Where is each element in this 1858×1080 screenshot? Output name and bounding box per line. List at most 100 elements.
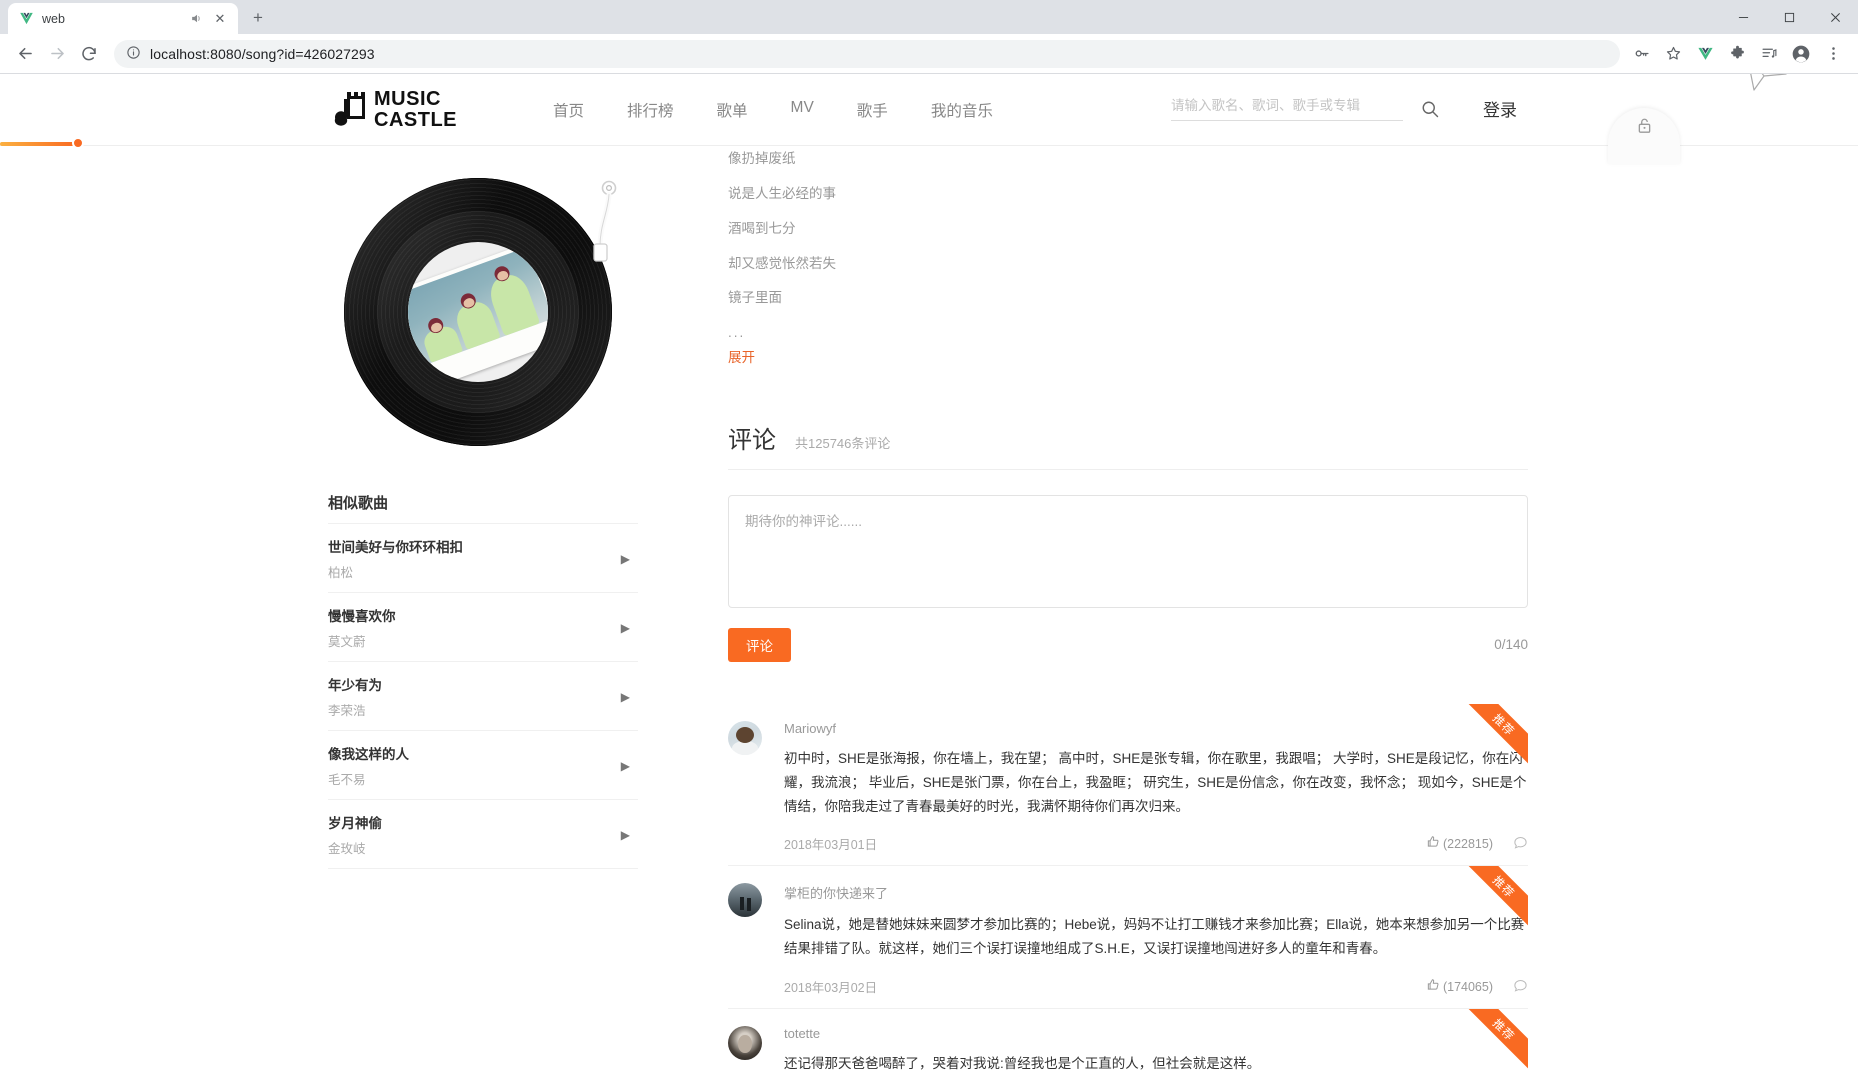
- thumbs-up-icon: [1426, 978, 1440, 995]
- nav-item-mv[interactable]: MV: [791, 99, 814, 121]
- reload-icon[interactable]: [74, 39, 104, 69]
- comments-count: 共125746条评论: [795, 435, 891, 451]
- like-count: (174065): [1442, 979, 1493, 994]
- like-button[interactable]: (222815): [1426, 835, 1493, 852]
- tab-strip: web ✕ +: [0, 0, 1858, 34]
- avatar[interactable]: [728, 883, 762, 918]
- reply-icon[interactable]: [1513, 978, 1528, 996]
- char-counter: 0/140: [1494, 637, 1528, 653]
- nav-item-artists[interactable]: 歌手: [857, 99, 888, 121]
- song-artist: 李荣浩: [328, 704, 366, 718]
- play-icon[interactable]: ▶: [621, 828, 634, 842]
- album-caption: S.H.E: [540, 333, 548, 347]
- similar-songs-title: 相似歌曲: [328, 495, 389, 512]
- list-item[interactable]: 慢慢喜欢你 莫文蔚 ▶: [328, 593, 638, 662]
- main-nav: 首页 排行榜 歌单 MV 歌手 我的音乐: [553, 99, 993, 121]
- profile-avatar-icon[interactable]: [1790, 43, 1812, 65]
- like-button[interactable]: (174065): [1426, 978, 1493, 995]
- header-right: 登录: [1171, 96, 1517, 121]
- song-artist: 毛不易: [328, 773, 366, 787]
- avatar[interactable]: [728, 720, 762, 755]
- lyric-line: 却又感觉怅然若失: [728, 255, 836, 271]
- extensions-puzzle-icon[interactable]: [1726, 43, 1748, 65]
- logo-line-2: CASTLE: [374, 108, 457, 131]
- comment-text: Selina说，她是替她妹妹来圆梦才参加比赛的；Hebe说，妈妈不让打工赚钱才来…: [784, 917, 1525, 957]
- search-box[interactable]: [1171, 97, 1403, 121]
- lyrics-expand-link[interactable]: 展开: [728, 346, 1528, 366]
- toolbar-icons: [1630, 43, 1848, 65]
- vinyl-player[interactable]: S.H.E: [344, 178, 622, 456]
- list-item[interactable]: 年少有为 李荣浩 ▶: [328, 662, 638, 731]
- left-column: S.H.E 相似歌曲 世间美好与你环环相扣 柏松 ▶ 慢慢喜欢你 莫文蔚 ▶ 年…: [328, 164, 638, 869]
- comment-item: 掌柜的你快递来了 Selina说，她是替她妹妹来圆梦才参加比赛的；Hebe说，妈…: [728, 866, 1528, 1010]
- bookmark-star-icon[interactable]: [1662, 43, 1684, 65]
- play-icon[interactable]: ▶: [621, 621, 634, 635]
- minimize-button[interactable]: [1720, 0, 1766, 34]
- progress-handle[interactable]: [72, 137, 84, 149]
- tab-title: web: [42, 11, 65, 26]
- comment-date: 2018年03月01日: [784, 838, 878, 853]
- play-icon[interactable]: ▶: [621, 552, 634, 566]
- new-tab-button[interactable]: +: [244, 4, 272, 32]
- close-window-button[interactable]: [1812, 0, 1858, 34]
- media-list-icon[interactable]: [1758, 43, 1780, 65]
- close-icon[interactable]: ✕: [212, 11, 228, 27]
- similar-songs-list: 世间美好与你环环相扣 柏松 ▶ 慢慢喜欢你 莫文蔚 ▶ 年少有为 李荣浩 ▶ 像…: [328, 523, 638, 869]
- comment-text: 还记得那天爸爸喝醉了，哭着对我说:曾经我也是个正直的人，但社会就是这样。: [784, 1056, 1261, 1072]
- comment-username[interactable]: totette: [784, 1026, 1528, 1041]
- play-icon[interactable]: ▶: [621, 759, 634, 773]
- song-name: 年少有为: [328, 678, 382, 693]
- logo-line-1: MUSIC: [374, 88, 441, 111]
- browser-toolbar: localhost:8080/song?id=426027293: [0, 34, 1858, 74]
- list-item[interactable]: 岁月神偷 金玫岐 ▶: [328, 800, 638, 869]
- avatar[interactable]: [728, 1026, 762, 1061]
- play-icon[interactable]: ▶: [621, 690, 634, 704]
- password-key-icon[interactable]: [1630, 43, 1652, 65]
- lyric-line: 镜子里面: [728, 290, 782, 306]
- chrome-menu-icon[interactable]: [1822, 43, 1844, 65]
- vue-logo-icon: [18, 11, 34, 27]
- like-count: (222815): [1442, 836, 1493, 851]
- lyrics-panel: 像扔掉废纸 说是人生必经的事 酒喝到七分 却又感觉怅然若失 镜子里面 ... 展…: [728, 146, 1528, 366]
- address-bar[interactable]: localhost:8080/song?id=426027293: [114, 39, 1620, 68]
- music-castle-logo-icon: [333, 90, 367, 130]
- list-item[interactable]: 世间美好与你环环相扣 柏松 ▶: [328, 523, 638, 593]
- comment-username[interactable]: 掌柜的你快递来了: [784, 883, 1528, 902]
- nav-item-home[interactable]: 首页: [553, 99, 584, 121]
- browser-tab[interactable]: web ✕: [8, 3, 238, 34]
- song-name: 像我这样的人: [328, 747, 409, 762]
- album-cover: S.H.E: [408, 242, 548, 382]
- site-logo[interactable]: MUSIC CASTLE: [333, 89, 457, 130]
- window-controls: [1720, 0, 1858, 34]
- tonearm-icon: [590, 180, 620, 340]
- comment-actions: 评论 0/140: [728, 627, 1528, 662]
- maximize-button[interactable]: [1766, 0, 1812, 34]
- song-artist: 莫文蔚: [328, 635, 366, 649]
- player-progress-bar[interactable]: [0, 137, 200, 149]
- album-polaroid: S.H.E: [408, 242, 548, 382]
- song-artist: 金玫岐: [328, 842, 366, 856]
- nav-item-ranking[interactable]: 排行榜: [627, 99, 674, 121]
- vue-devtools-icon[interactable]: [1694, 43, 1716, 65]
- site-header: MUSIC CASTLE 首页 排行榜 歌单 MV 歌手 我的音乐 登录: [0, 74, 1858, 146]
- song-name: 世间美好与你环环相扣: [328, 540, 463, 555]
- forward-icon[interactable]: [42, 39, 72, 69]
- nav-item-playlist[interactable]: 歌单: [717, 99, 748, 121]
- list-item[interactable]: 像我这样的人 毛不易 ▶: [328, 731, 638, 800]
- comment-input[interactable]: 期待你的神评论......: [728, 494, 1528, 608]
- nav-item-my-music[interactable]: 我的音乐: [931, 99, 993, 121]
- comment-username[interactable]: Mariowyf: [784, 721, 1528, 736]
- back-to-top-button[interactable]: Top: [1720, 74, 1816, 96]
- speaker-icon[interactable]: [188, 11, 204, 27]
- reply-icon[interactable]: [1513, 835, 1528, 853]
- comment-date: 2018年03月02日: [784, 981, 878, 996]
- submit-comment-button[interactable]: 评论: [728, 627, 791, 662]
- back-icon[interactable]: [10, 39, 40, 69]
- search-icon[interactable]: [1419, 98, 1441, 120]
- logo-text: MUSIC CASTLE: [374, 89, 457, 130]
- right-column: 像扔掉废纸 说是人生必经的事 酒喝到七分 却又感觉怅然若失 镜子里面 ... 展…: [728, 146, 1528, 1080]
- search-input[interactable]: [1171, 97, 1403, 113]
- login-button[interactable]: 登录: [1483, 96, 1517, 121]
- site-info-icon[interactable]: [126, 45, 141, 63]
- lock-icon: [1635, 116, 1654, 138]
